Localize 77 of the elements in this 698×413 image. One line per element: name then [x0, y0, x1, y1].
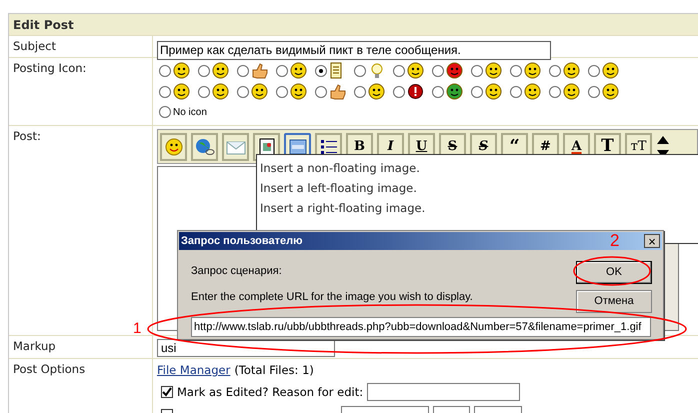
smiley-icon — [173, 83, 190, 100]
radio-button[interactable] — [237, 64, 249, 76]
prompt-message: Enter the complete URL for the image you wish to display. — [191, 290, 474, 304]
field-label: Markup — [13, 339, 56, 353]
radio-button[interactable] — [315, 64, 327, 76]
menu-item[interactable]: Insert a non-floating image. — [260, 158, 420, 178]
file-manager-link[interactable]: File Manager — [157, 362, 230, 380]
radio-button[interactable] — [354, 86, 366, 98]
menu-item[interactable]: Insert a right-floating image. — [260, 198, 426, 218]
field-label: Subject — [13, 39, 56, 53]
dialog-title: Запрос пользователю — [181, 234, 302, 249]
reason-field[interactable] — [367, 383, 520, 402]
smiley-icon — [563, 83, 580, 100]
bomb-icon — [407, 83, 424, 100]
radio-button[interactable] — [159, 64, 171, 76]
scroll-icon — [329, 62, 343, 79]
annotation-number: 1 — [133, 319, 142, 339]
radio-button[interactable] — [198, 86, 210, 98]
smiley-icon — [251, 83, 268, 100]
smiley-icon — [485, 62, 502, 79]
radio-button[interactable] — [432, 64, 444, 76]
smiley-icon — [212, 62, 229, 79]
field-label: Post Options — [13, 362, 86, 376]
thumb-icon — [251, 62, 269, 78]
url-field[interactable]: http://www.tslab.ru/ubb/ubbthreads.php?ubb=download&Number=57&filename=primer_1.gif — [191, 317, 651, 337]
radio-button[interactable] — [549, 64, 561, 76]
field-label: Post: — [13, 129, 41, 143]
smiley-icon — [602, 83, 619, 100]
smiley-icon — [485, 83, 502, 100]
radio-button[interactable] — [354, 64, 366, 76]
file-count: (Total Files: 1) — [234, 362, 314, 379]
radio-button[interactable] — [510, 64, 522, 76]
image-icon — [288, 138, 306, 154]
close-button[interactable]: × — [644, 234, 660, 248]
radio-button[interactable] — [198, 64, 210, 76]
thumb-icon — [329, 84, 347, 100]
smiley-icon — [164, 138, 182, 156]
radio-button[interactable] — [471, 64, 483, 76]
subject-field[interactable]: Пример как сделать видимый пикт в теле сообщения. — [157, 40, 551, 60]
prompt-text: Запрос сценария: — [191, 264, 283, 279]
radio-button[interactable] — [315, 86, 327, 98]
field-label: Posting Icon: — [13, 61, 86, 75]
radio-button[interactable] — [471, 86, 483, 98]
radio-button[interactable] — [510, 86, 522, 98]
smiley-icon — [173, 62, 190, 79]
panel-title: Edit Post — [9, 14, 698, 36]
radio-button[interactable] — [276, 86, 288, 98]
list-icon — [320, 138, 338, 154]
radio-button[interactable] — [393, 64, 405, 76]
radio-button[interactable] — [588, 64, 600, 76]
radio-button[interactable] — [588, 86, 600, 98]
radio-button[interactable] — [432, 86, 444, 98]
smiley-icon — [446, 62, 463, 79]
annotation-number: 2 — [610, 230, 620, 252]
checkbox-label: Mark as Edited? Reason for edit: — [177, 384, 364, 401]
smiley-icon — [407, 62, 424, 79]
smiley-icon — [446, 83, 463, 100]
radio-button[interactable] — [237, 86, 249, 98]
envelope-icon — [226, 138, 246, 154]
radio-button[interactable] — [549, 86, 561, 98]
smiley-icon — [368, 83, 385, 100]
checkbox[interactable] — [161, 386, 173, 398]
option-label: No icon — [173, 106, 207, 120]
radio-button[interactable] — [276, 64, 288, 76]
smiley-icon — [602, 62, 619, 79]
smiley-icon — [524, 62, 541, 79]
smiley-icon — [290, 62, 307, 79]
smiley-icon — [212, 83, 229, 100]
smiley-icon — [524, 83, 541, 100]
smiley-icon — [563, 62, 580, 79]
radio-button[interactable] — [159, 106, 171, 118]
radio-button[interactable] — [393, 86, 405, 98]
smiley-icon — [290, 83, 307, 100]
menu-item[interactable]: Insert a left-floating image. — [260, 178, 417, 198]
cancel-button[interactable]: Отмена — [576, 290, 652, 313]
globe-link-icon — [194, 138, 214, 156]
radio-button[interactable] — [159, 86, 171, 98]
